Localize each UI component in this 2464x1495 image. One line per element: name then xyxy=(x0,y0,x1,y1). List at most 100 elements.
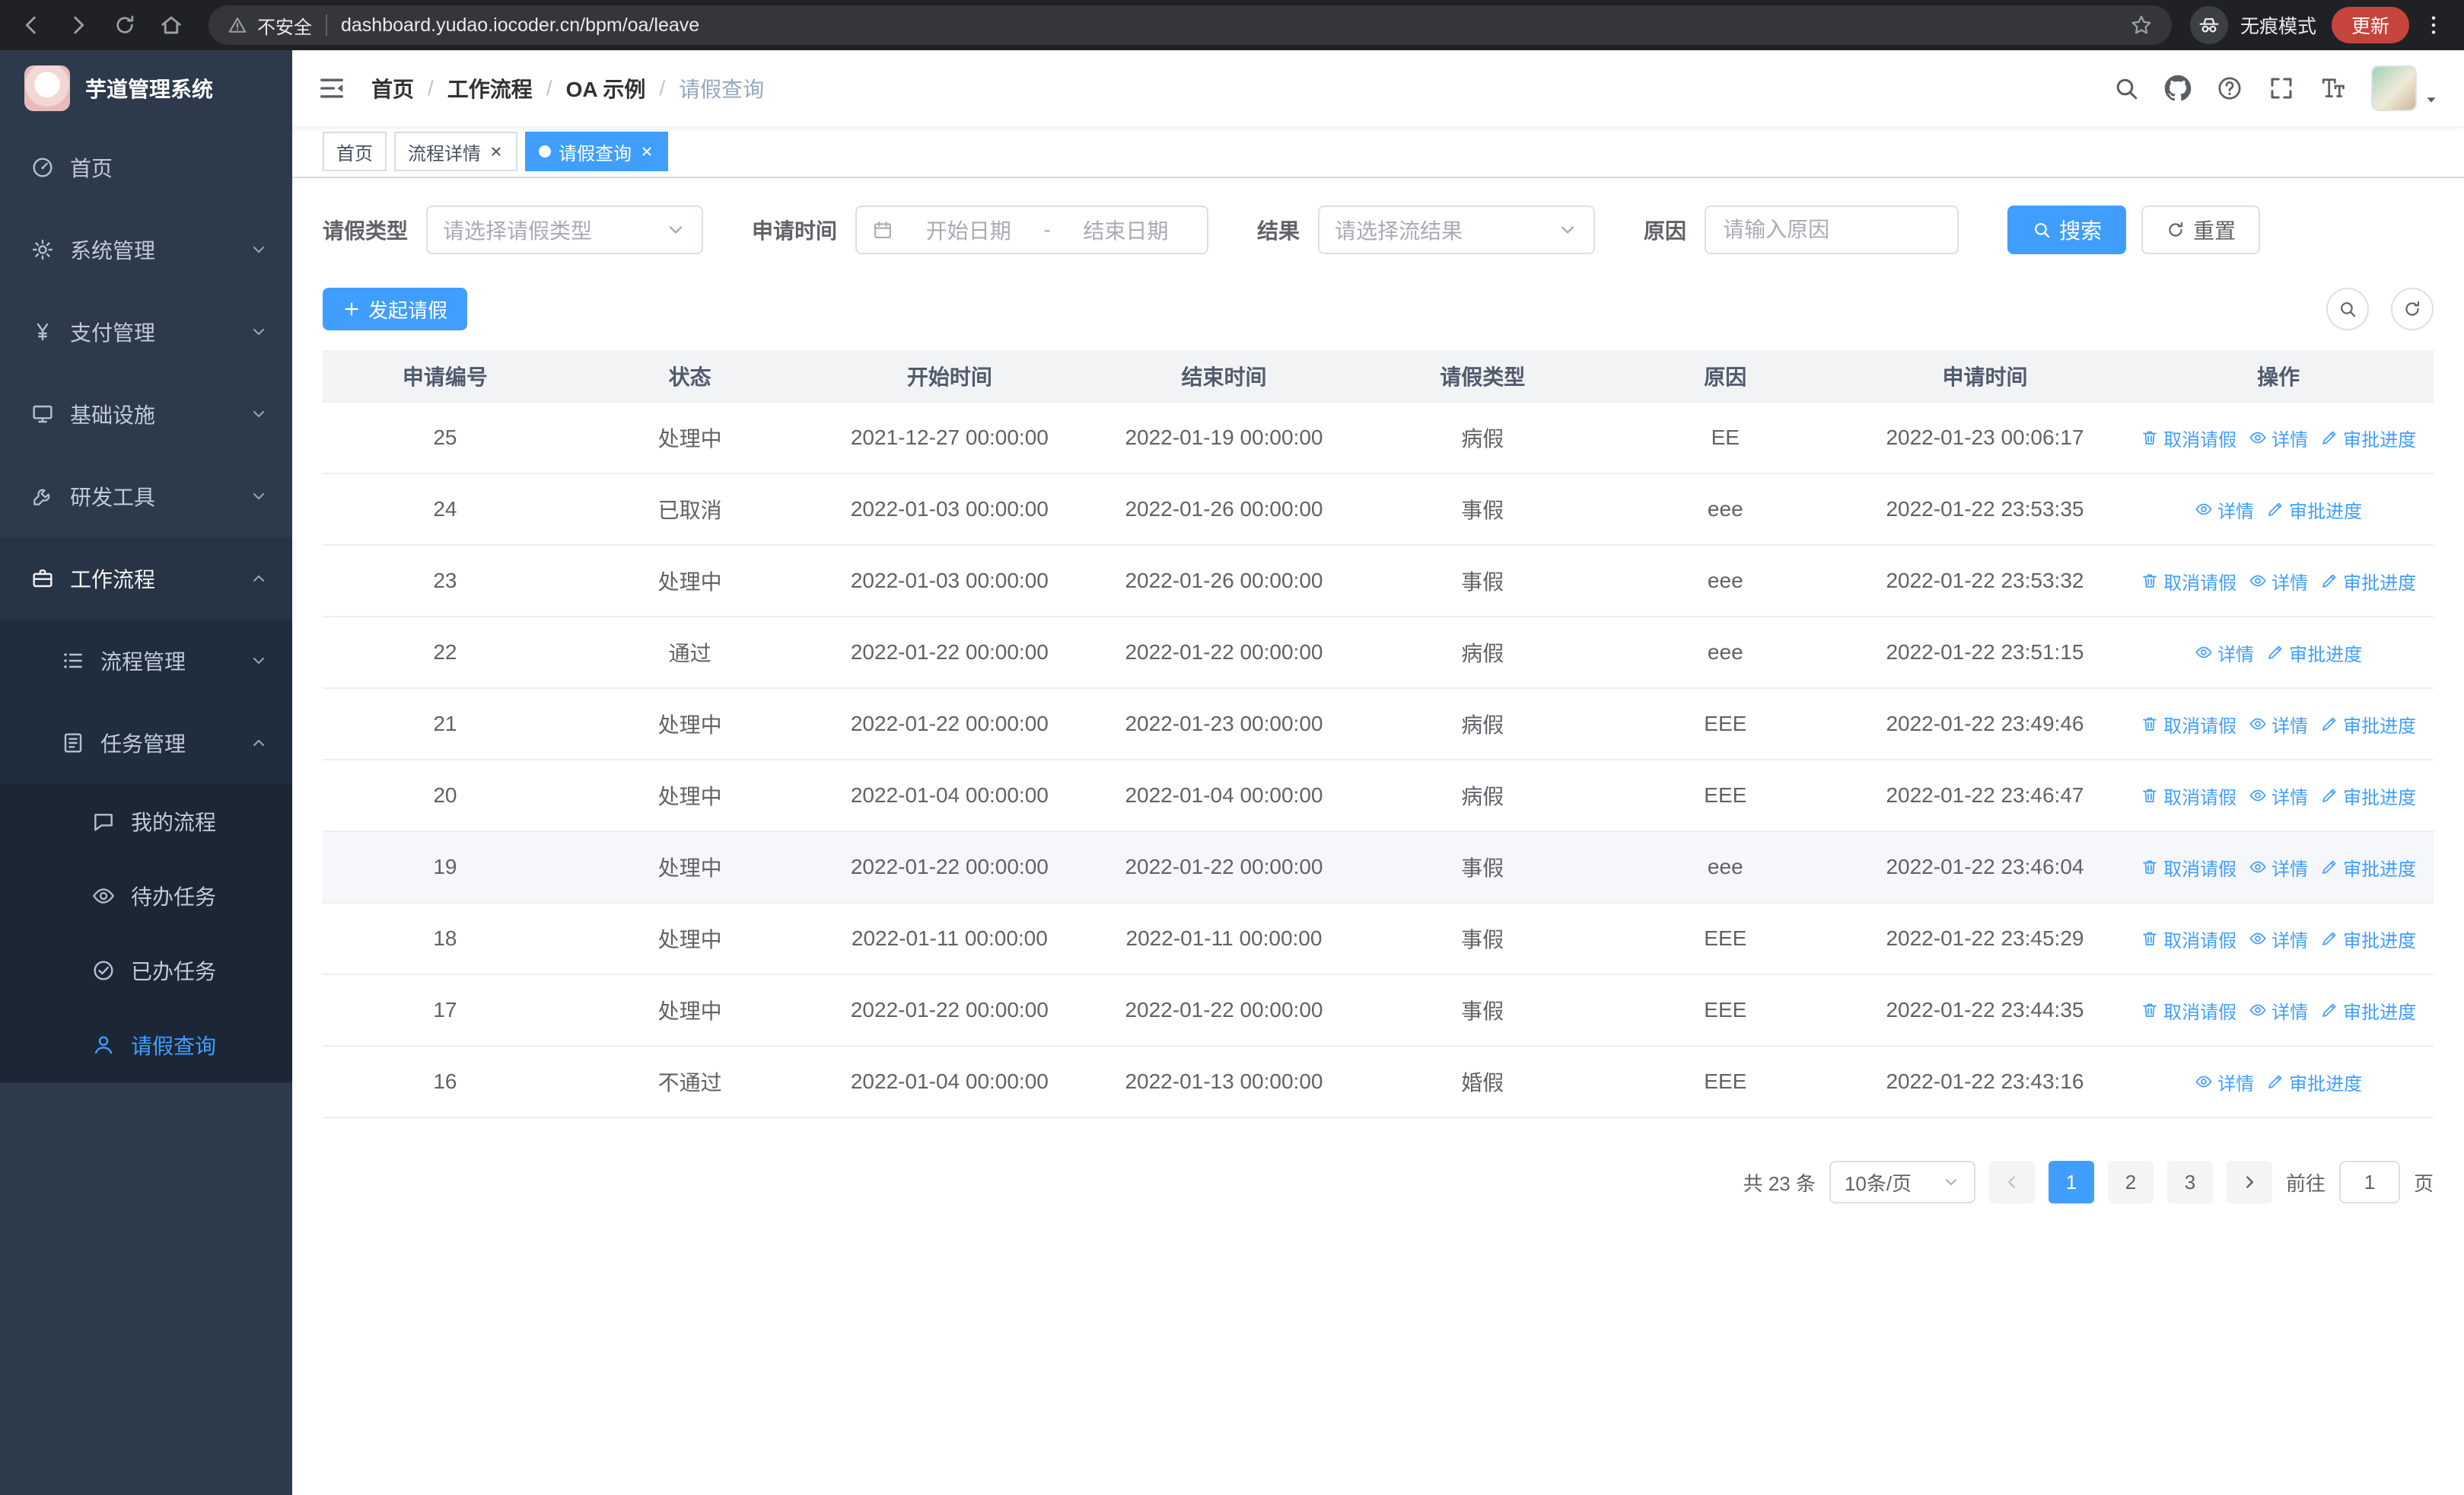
table-toolbar: 发起请假 xyxy=(323,288,2434,330)
browser-menu-icon[interactable] xyxy=(2421,13,2446,37)
cancel-leave-link[interactable]: 取消请假 xyxy=(2141,997,2236,1024)
create-leave-button[interactable]: 发起请假 xyxy=(323,288,468,330)
detail-link[interactable]: 详情 xyxy=(2195,639,2254,666)
app-title: 芋道管理系统 xyxy=(85,78,214,101)
browser-update-button[interactable]: 更新 xyxy=(2331,7,2409,43)
sidebar-toggle-icon[interactable] xyxy=(317,73,347,104)
breadcrumb-home[interactable]: 首页 xyxy=(371,73,414,104)
tab-process-detail[interactable]: 流程详情 xyxy=(394,132,517,171)
font-size-icon[interactable] xyxy=(2319,75,2347,102)
tab-home[interactable]: 首页 xyxy=(323,132,387,171)
cancel-leave-link[interactable]: 取消请假 xyxy=(2141,926,2236,952)
approval-progress-link[interactable]: 审批进度 xyxy=(2320,568,2416,594)
sidebar-item-label: 支付管理 xyxy=(70,321,156,345)
detail-link[interactable]: 详情 xyxy=(2249,926,2308,952)
app-logo[interactable]: 芋道管理系统 xyxy=(0,50,292,126)
select-placeholder: 请选择请假类型 xyxy=(443,219,593,243)
sidebar-item-leave-query[interactable]: 请假查询 xyxy=(0,1008,292,1082)
approval-progress-link[interactable]: 审批进度 xyxy=(2320,997,2416,1024)
prev-page-button[interactable] xyxy=(1988,1161,2035,1203)
browser-forward-icon[interactable] xyxy=(65,12,91,38)
approval-progress-link[interactable]: 审批进度 xyxy=(2320,425,2416,451)
github-icon[interactable] xyxy=(2164,75,2192,102)
detail-link[interactable]: 详情 xyxy=(2249,711,2308,738)
trash-icon xyxy=(2141,429,2159,447)
approval-progress-link[interactable]: 审批进度 xyxy=(2320,783,2416,809)
search-button[interactable]: 搜索 xyxy=(2007,206,2127,254)
sidebar-item-payment-mgmt[interactable]: 支付管理 xyxy=(0,291,292,373)
cancel-leave-link[interactable]: 取消请假 xyxy=(2141,425,2236,451)
leave-type-select[interactable]: 请选择请假类型 xyxy=(426,206,704,254)
sidebar-item-infrastructure[interactable]: 基础设施 xyxy=(0,373,292,455)
result-select[interactable]: 请选择流结果 xyxy=(1318,206,1596,254)
sidebar-item-home[interactable]: 首页 xyxy=(0,126,292,209)
browser-home-icon[interactable] xyxy=(158,12,184,38)
sidebar-item-process-mgmt[interactable]: 流程管理 xyxy=(0,620,292,702)
bookmark-star-icon[interactable] xyxy=(2129,13,2154,37)
approval-progress-link[interactable]: 审批进度 xyxy=(2266,496,2362,523)
breadcrumb-oa-example[interactable]: OA 示例 xyxy=(566,73,646,104)
cell-leave-type: 病假 xyxy=(1361,617,1604,689)
search-icon[interactable] xyxy=(2112,75,2140,102)
trash-icon xyxy=(2141,858,2159,876)
sidebar-item-dev-tools[interactable]: 研发工具 xyxy=(0,455,292,537)
breadcrumb-workflow[interactable]: 工作流程 xyxy=(447,73,533,104)
detail-link[interactable]: 详情 xyxy=(2249,783,2308,809)
sidebar-item-workflow[interactable]: 工作流程 xyxy=(0,537,292,620)
approval-progress-link[interactable]: 审批进度 xyxy=(2320,854,2416,881)
browser-address-bar[interactable]: 不安全 dashboard.yudao.iocoder.cn/bpm/oa/le… xyxy=(209,5,2172,45)
page-1-button[interactable]: 1 xyxy=(2048,1161,2094,1203)
approval-progress-link[interactable]: 审批进度 xyxy=(2266,1069,2362,1095)
detail-link[interactable]: 详情 xyxy=(2249,854,2308,881)
trash-icon xyxy=(2141,572,2159,590)
cancel-leave-link[interactable]: 取消请假 xyxy=(2141,854,2236,881)
page-3-button[interactable]: 3 xyxy=(2166,1161,2213,1203)
sidebar-item-label: 待办任务 xyxy=(131,885,217,909)
tab-leave-query[interactable]: 请假查询 xyxy=(525,132,668,171)
sidebar-item-task-mgmt[interactable]: 任务管理 xyxy=(0,702,292,784)
chevron-down-icon xyxy=(250,323,268,341)
sidebar-item-done-tasks[interactable]: 已办任务 xyxy=(0,933,292,1008)
page-2-button[interactable]: 2 xyxy=(2107,1161,2154,1203)
cell-end-time: 2022-01-04 00:00:00 xyxy=(1087,760,1361,832)
detail-link[interactable]: 详情 xyxy=(2195,1069,2254,1095)
browser-back-icon[interactable] xyxy=(18,12,44,38)
col-apply-id: 申请编号 xyxy=(323,350,568,403)
sidebar-item-system-mgmt[interactable]: 系统管理 xyxy=(0,209,292,291)
cancel-leave-link[interactable]: 取消请假 xyxy=(2141,568,2236,594)
sidebar-item-todo-tasks[interactable]: 待办任务 xyxy=(0,859,292,933)
cancel-leave-link[interactable]: 取消请假 xyxy=(2141,711,2236,738)
reason-input[interactable] xyxy=(1705,206,1959,254)
approval-progress-link[interactable]: 审批进度 xyxy=(2320,926,2416,952)
sidebar-item-label: 流程管理 xyxy=(100,650,186,674)
approval-progress-link[interactable]: 审批进度 xyxy=(2266,639,2362,666)
refresh-table-button[interactable] xyxy=(2391,288,2434,330)
cell-actions: 取消请假 详情 审批进度 xyxy=(2123,545,2434,617)
sidebar-item-label: 基础设施 xyxy=(70,403,156,427)
next-page-button[interactable] xyxy=(2226,1161,2272,1203)
close-tab-icon[interactable] xyxy=(639,144,654,159)
browser-chrome: 不安全 dashboard.yudao.iocoder.cn/bpm/oa/le… xyxy=(0,0,2464,50)
detail-link[interactable]: 详情 xyxy=(2249,425,2308,451)
apply-time-range-picker[interactable]: 开始日期 - 结束日期 xyxy=(855,206,1209,254)
reset-button[interactable]: 重置 xyxy=(2141,206,2261,254)
close-tab-icon[interactable] xyxy=(489,144,504,159)
help-icon[interactable] xyxy=(2216,75,2243,102)
cell-apply-time: 2022-01-22 23:45:29 xyxy=(1846,903,2124,975)
toggle-search-button[interactable] xyxy=(2326,288,2370,330)
fullscreen-icon[interactable] xyxy=(2268,75,2295,102)
goto-page-input[interactable] xyxy=(2338,1161,2400,1203)
detail-link[interactable]: 详情 xyxy=(2249,568,2308,594)
cancel-leave-link[interactable]: 取消请假 xyxy=(2141,783,2236,809)
approval-progress-link[interactable]: 审批进度 xyxy=(2320,711,2416,738)
detail-link[interactable]: 详情 xyxy=(2249,997,2308,1024)
main-area: 首页 / 工作流程 / OA 示例 / 请假查询 首页 流程详情 请假查询 请假… xyxy=(292,50,2464,1495)
sidebar-item-my-processes[interactable]: 我的流程 xyxy=(0,784,292,859)
page-size-select[interactable]: 10条/页 xyxy=(1829,1161,1975,1203)
detail-link[interactable]: 详情 xyxy=(2195,496,2254,523)
chevron-down-icon xyxy=(1557,219,1578,241)
user-menu[interactable] xyxy=(2371,65,2440,111)
browser-reload-icon[interactable] xyxy=(113,13,137,37)
leave-type-label: 请假类型 xyxy=(323,219,409,243)
user-icon xyxy=(91,1033,116,1057)
